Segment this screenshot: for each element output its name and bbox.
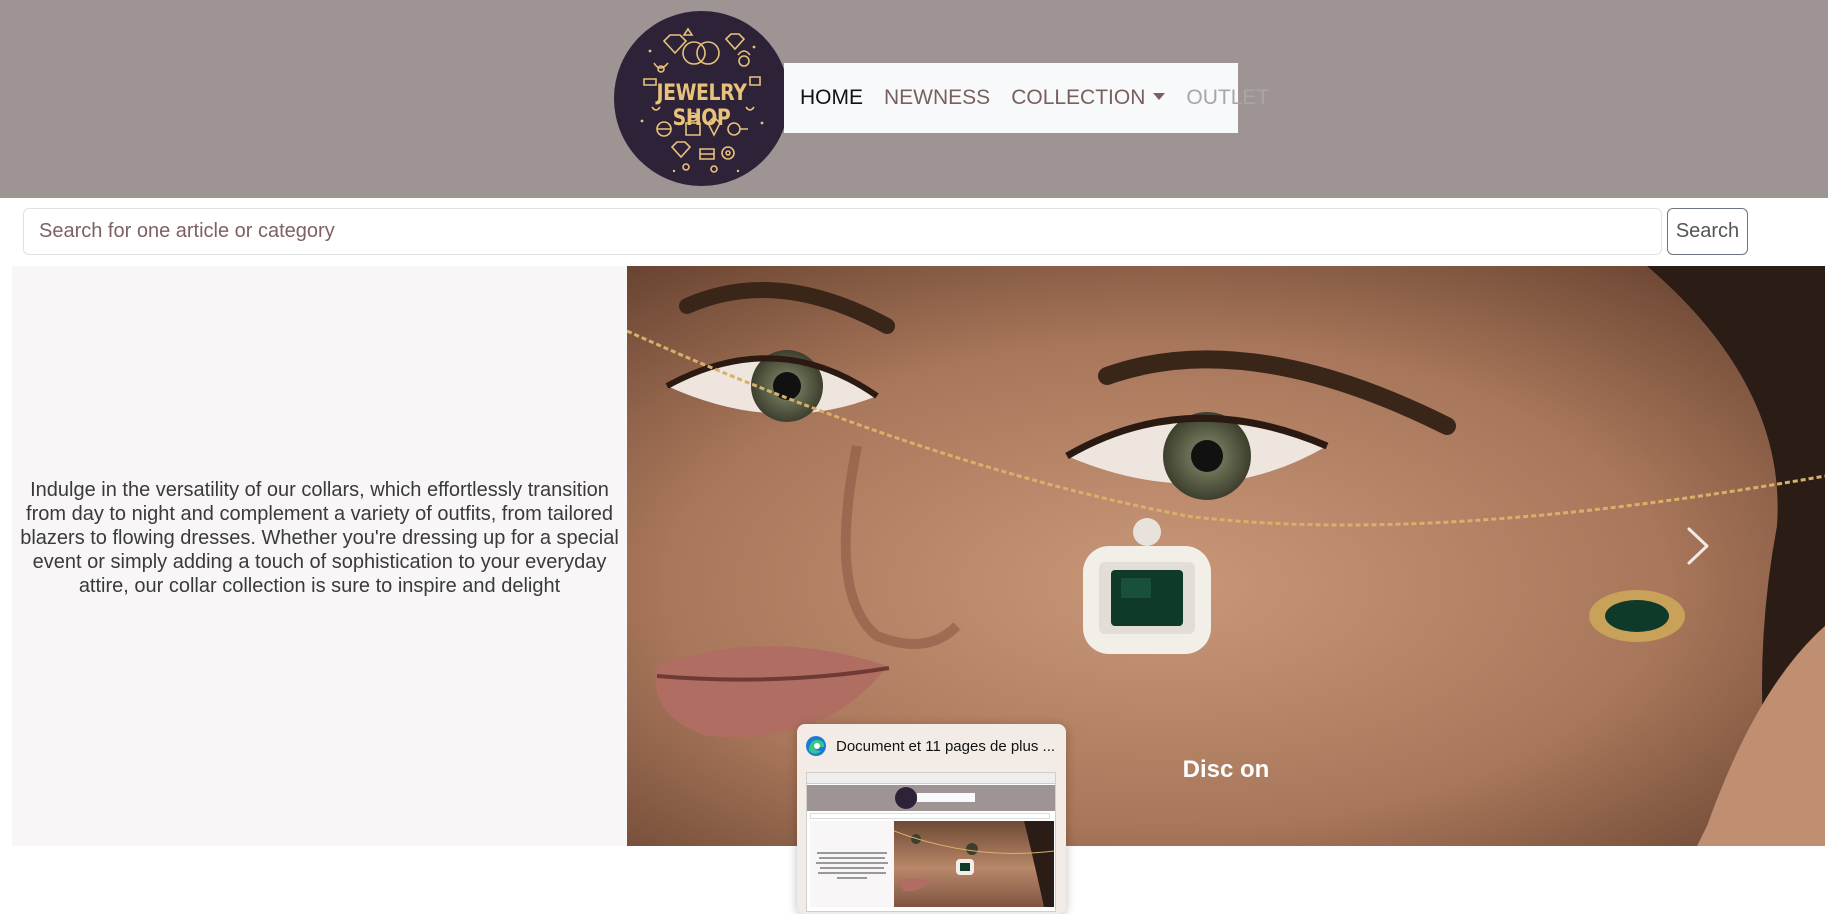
nav-collection-dropdown[interactable]: COLLECTION: [1011, 86, 1166, 110]
thumbnail-browser-toolbar: [807, 773, 1055, 784]
brand-logo-text: JEWELRY SHOP: [656, 81, 747, 131]
carousel-text-panel: Indulge in the versatility of our collar…: [12, 266, 627, 846]
edge-browser-icon: [806, 736, 826, 756]
brand-logo[interactable]: JEWELRY SHOP: [614, 11, 789, 186]
thumbnail-mini-text-panel: [810, 821, 894, 907]
nav-outlet: OUTLET: [1186, 86, 1270, 109]
search-button[interactable]: Search: [1667, 208, 1748, 255]
thumbnail-mini-nav: [917, 793, 975, 802]
nav-newness[interactable]: NEWNESS: [884, 86, 990, 110]
thumbnail-mini-search: [810, 813, 1050, 819]
main-navbar: HOME NEWNESS COLLECTION OUTLET: [784, 63, 1269, 133]
chevron-right-icon: [1687, 527, 1709, 565]
nav-collection-label: COLLECTION: [1011, 86, 1146, 109]
thumbnail-mini-logo: [895, 787, 917, 809]
thumbnail-title: Document et 11 pages de plus ...: [836, 738, 1056, 755]
caret-down-icon: [1153, 93, 1166, 101]
search-input[interactable]: [23, 208, 1662, 255]
thumbnail-preview: [806, 772, 1056, 912]
carousel-next-button[interactable]: [1667, 511, 1727, 581]
taskbar-thumbnail-popup[interactable]: Document et 11 pages de plus ...: [797, 724, 1066, 914]
carousel-description: Indulge in the versatility of our collar…: [20, 479, 619, 597]
site-header: JEWELRY SHOP HOME NEWNESS COLLECTION OUT…: [0, 0, 1828, 198]
thumbnail-mini-hero: [894, 821, 1054, 907]
nav-home[interactable]: HOME: [800, 86, 863, 110]
